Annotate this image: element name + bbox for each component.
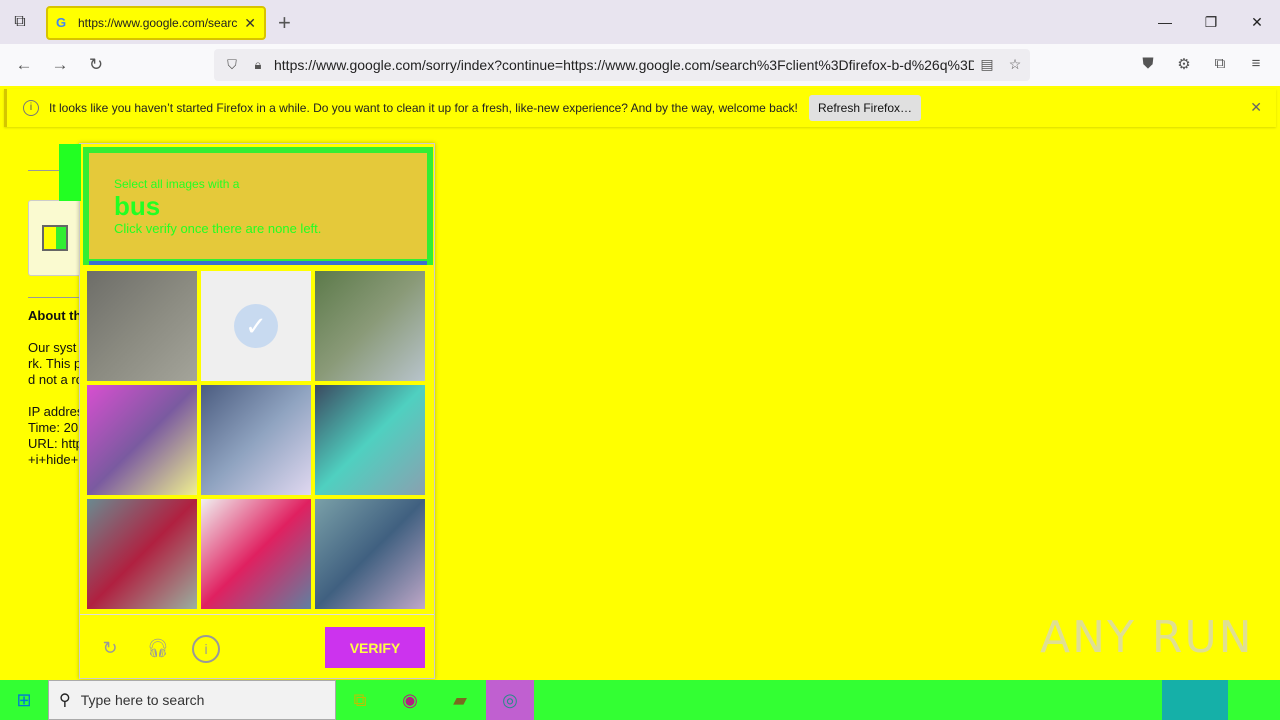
tab-title: https://www.google.com/search? [78, 16, 239, 30]
verify-button[interactable]: VERIFY [325, 627, 425, 668]
new-tab-button[interactable]: + [278, 10, 291, 36]
system-tray [1162, 680, 1280, 720]
captcha-image-tile[interactable] [315, 271, 425, 381]
body-line: d not a ro [28, 372, 83, 387]
captcha-image-tile[interactable] [87, 271, 197, 381]
restore-button[interactable]: ❐ [1188, 0, 1234, 44]
list-all-tabs-icon[interactable]: ⧉ [0, 0, 40, 44]
lock-icon[interactable]: 🔒︎ [248, 57, 268, 73]
body-line: Our syst [28, 340, 77, 355]
close-notification-icon[interactable]: ✕ [1250, 99, 1262, 116]
info-line: URL: http [28, 436, 83, 451]
captcha-image-tile[interactable] [201, 385, 311, 495]
taskbar-search-input[interactable]: ⚲ Type here to search [48, 680, 336, 720]
anyrun-watermark: ANY RUN [1040, 612, 1254, 663]
reload-challenge-icon[interactable]: ↻ [96, 635, 124, 663]
instruction-line-1: Select all images with a [114, 177, 240, 191]
captcha-image-tile[interactable] [315, 385, 425, 495]
challenge-header: Select all images with a bus Click verif… [83, 147, 433, 265]
header-accent-bar [89, 261, 427, 265]
captcha-image-tile[interactable] [87, 385, 197, 495]
navigation-toolbar: ← → ↻ ⛉ 🔒︎ https://www.google.com/sorry/… [0, 44, 1280, 86]
info-icon[interactable]: i [192, 635, 220, 663]
clock[interactable] [1162, 680, 1228, 720]
bookmark-star-icon[interactable]: ☆ [1006, 56, 1024, 73]
firefox-active-icon[interactable]: ◎ [486, 680, 534, 720]
info-line: IP addres [28, 404, 84, 419]
google-g-icon: G [56, 15, 67, 30]
captcha-image-tile[interactable] [315, 499, 425, 609]
file-explorer-icon[interactable]: ▰ [436, 680, 484, 720]
taskbar: ⊞ ⚲ Type here to search ⧉ ◉ ▰ ◎ [0, 680, 1280, 720]
info-line: +i+hide+ [28, 452, 79, 467]
audio-challenge-icon[interactable]: 🎧︎ [144, 635, 172, 663]
captcha-image-tile[interactable] [87, 499, 197, 609]
refresh-firefox-button[interactable]: Refresh Firefox… [809, 95, 921, 121]
windows-start-icon[interactable]: ⊞ [0, 680, 48, 720]
search-placeholder: Type here to search [80, 692, 205, 708]
checkmark-icon: ✓ [234, 304, 278, 348]
forward-button[interactable]: → [47, 53, 73, 77]
notification-message: It looks like you haven’t started Firefo… [49, 101, 798, 115]
reader-view-icon[interactable]: ▤ [978, 56, 996, 73]
about-heading: About th [28, 308, 82, 323]
address-bar[interactable]: ⛉ 🔒︎ https://www.google.com/sorry/index?… [214, 49, 1030, 81]
challenge-pointer [59, 144, 81, 201]
url-text[interactable]: https://www.google.com/sorry/index?conti… [274, 57, 974, 73]
body-line: rk. This p [28, 356, 82, 371]
firefox-icon[interactable]: ◉ [386, 680, 434, 720]
info-icon: i [23, 100, 39, 116]
close-window-button[interactable]: ✕ [1234, 0, 1280, 44]
tab-bar: ⧉ G https://www.google.com/search? ✕ + —… [0, 0, 1280, 44]
captcha-challenge: Select all images with a bus Click verif… [59, 143, 435, 679]
info-line: Time: 20 [28, 420, 79, 435]
challenge-target: bus [114, 191, 161, 221]
footer-divider [80, 614, 434, 615]
task-view-icon[interactable]: ⧉ [336, 680, 384, 720]
reload-button[interactable]: ↻ [83, 53, 109, 77]
back-button[interactable]: ← [11, 53, 37, 77]
close-tab-icon[interactable]: ✕ [244, 15, 256, 32]
captcha-image-tile[interactable] [201, 499, 311, 609]
extensions-icon[interactable]: ⧉ [1209, 55, 1231, 75]
menu-hamburger-icon[interactable]: ≡ [1245, 55, 1267, 75]
pocket-icon[interactable]: ⛊ [1137, 55, 1159, 75]
minimize-button[interactable]: — [1142, 0, 1188, 44]
tab-google-search[interactable]: G https://www.google.com/search? ✕ [46, 6, 266, 40]
settings-gear-icon[interactable]: ⚙ [1173, 55, 1195, 75]
image-grid: ✓ [87, 271, 427, 611]
divider [28, 297, 84, 298]
window-controls: — ❐ ✕ [1142, 0, 1280, 44]
instruction-line-3: Click verify once there are none left. [114, 221, 322, 236]
recaptcha-checkbox[interactable] [42, 225, 68, 251]
tracking-protection-icon[interactable]: ⛉ [222, 57, 242, 73]
captcha-image-tile[interactable]: ✓ [201, 271, 311, 381]
search-icon: ⚲ [59, 692, 71, 709]
refresh-firefox-notification: i It looks like you haven’t started Fire… [4, 89, 1276, 127]
